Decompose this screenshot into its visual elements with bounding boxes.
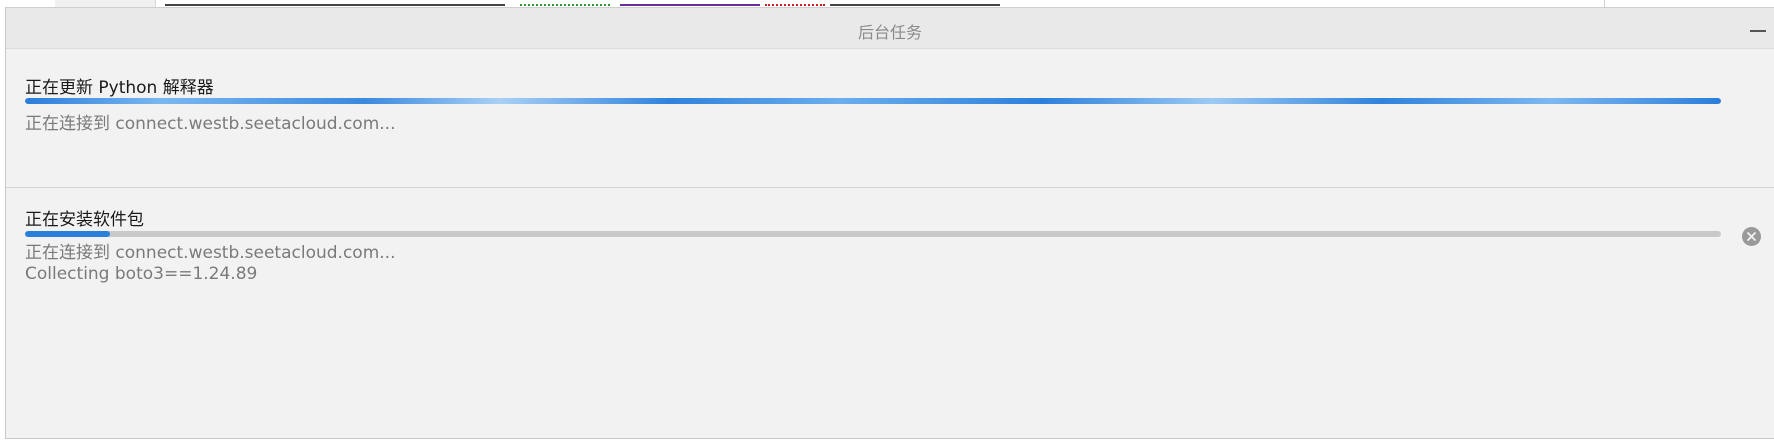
code-fragment <box>520 0 610 6</box>
code-fragment <box>165 0 505 6</box>
task-status: 正在连接到 connect.westb.seetacloud.com... <box>25 114 395 135</box>
code-fragment <box>765 0 825 6</box>
task-title: 正在更新 Python 解释器 <box>25 78 214 98</box>
background-tasks-panel: 后台任务 正在更新 Python 解释器 正在连接到 connect.westb… <box>5 7 1774 439</box>
task-status: 正在连接到 connect.westb.seetacloud.com... Co… <box>25 243 395 285</box>
code-fragment <box>620 0 760 6</box>
progress-fill <box>25 231 110 237</box>
progress-fill <box>25 98 1721 104</box>
task-progress-bar <box>25 231 1721 237</box>
task-install-packages: 正在安装软件包 正在连接到 connect.westb.seetacloud.c… <box>6 188 1774 438</box>
minimize-icon <box>1750 30 1766 32</box>
status-line: Collecting boto3==1.24.89 <box>25 264 258 284</box>
panel-header: 后台任务 <box>6 8 1774 49</box>
task-progress-bar <box>25 98 1721 104</box>
code-fragment <box>830 0 1000 6</box>
task-update-interpreter: 正在更新 Python 解释器 正在连接到 connect.westb.seet… <box>6 49 1774 188</box>
task-title: 正在安装软件包 <box>25 210 144 230</box>
status-line: 正在连接到 connect.westb.seetacloud.com... <box>25 243 396 263</box>
status-line: 正在连接到 connect.westb.seetacloud.com... <box>25 114 396 134</box>
minimize-button[interactable] <box>1748 21 1768 41</box>
panel-title: 后台任务 <box>857 23 922 42</box>
cancel-circle-icon <box>1747 232 1756 241</box>
cancel-task-button[interactable] <box>1742 227 1761 246</box>
